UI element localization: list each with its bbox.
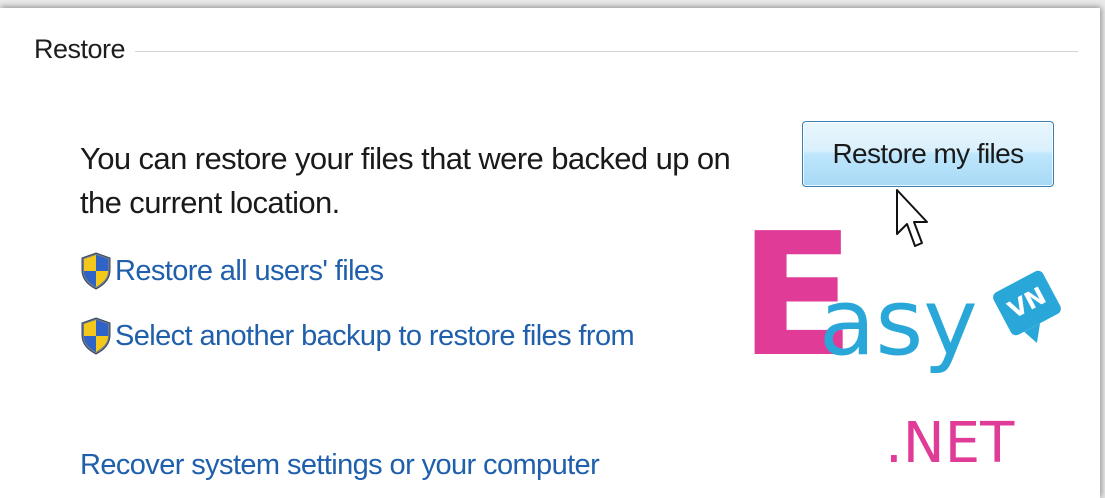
restore-panel: Restore You can restore your files that … (0, 8, 1100, 498)
restore-description: You can restore your files that were bac… (80, 141, 731, 220)
section-title: Restore (34, 34, 126, 64)
restore-my-files-button[interactable]: Restore my files (802, 121, 1054, 187)
watermark-badge: VN (993, 270, 1061, 344)
uac-shield-icon (81, 317, 111, 355)
section-header: Restore (34, 34, 1078, 65)
watermark-suffix: .NET (885, 411, 1015, 476)
select-another-backup-label: Select another backup to restore files f… (115, 319, 635, 352)
uac-shield-icon (81, 252, 111, 290)
section-divider (135, 51, 1078, 52)
restore-all-users-files-label: Restore all users' files (115, 254, 384, 287)
select-another-backup-link[interactable]: Select another backup to restore files f… (80, 317, 635, 355)
restore-all-users-files-link[interactable]: Restore all users' files (80, 252, 384, 290)
mouse-pointer-icon (896, 189, 928, 247)
watermark-text: asy (819, 269, 978, 376)
recover-system-settings-link[interactable]: Recover system settings or your computer (80, 449, 600, 482)
